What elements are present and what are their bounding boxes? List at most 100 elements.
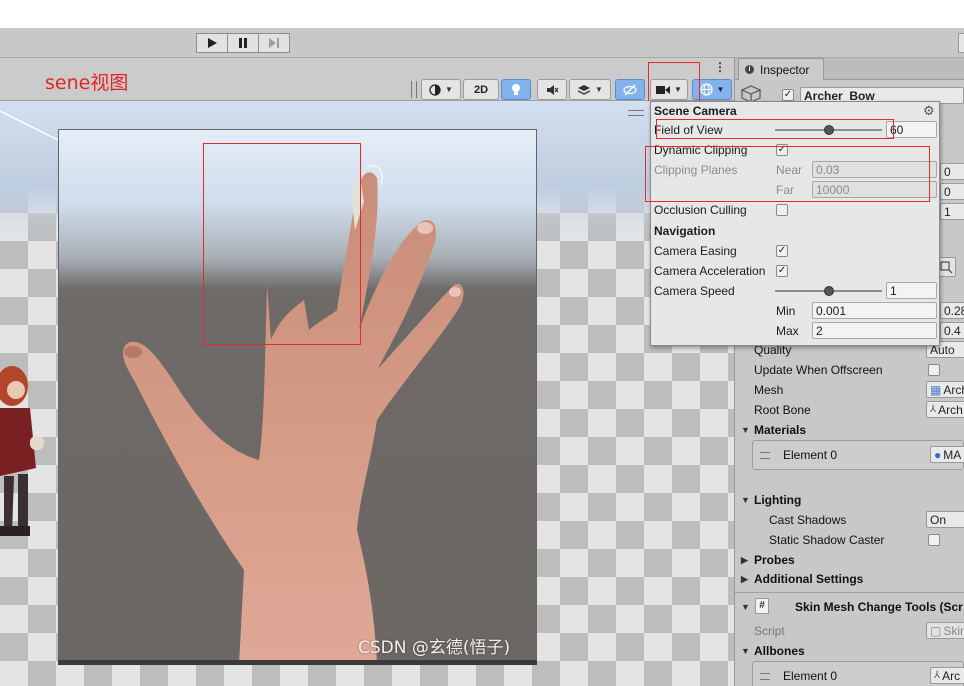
hidden-objects-toggle-button[interactable] — [615, 79, 645, 100]
camera-preview-frame — [58, 660, 537, 665]
mesh-field[interactable]: ▦Arch — [926, 381, 964, 398]
probes-foldout[interactable]: ▶ Probes — [741, 551, 795, 569]
shading-sphere-icon — [429, 83, 441, 96]
value-field[interactable]: 0.28 — [940, 302, 964, 319]
eye-slash-icon — [623, 84, 637, 95]
min-label: Min — [776, 304, 796, 318]
layout-dropdown-stub[interactable] — [958, 33, 964, 53]
script-hash-icon: # — [755, 598, 769, 614]
triangle-down-icon: ▼ — [741, 646, 750, 656]
materials-label: Materials — [754, 423, 807, 437]
info-icon: i — [745, 65, 754, 74]
update-offscreen-label: Update When Offscreen — [754, 363, 883, 377]
pause-button[interactable] — [227, 33, 259, 53]
transform-icon: ⅄ — [930, 404, 937, 415]
kebab-menu-icon[interactable]: ⋮ — [714, 60, 726, 74]
navigation-label: Navigation — [654, 224, 716, 238]
triangle-down-icon: ▼ — [741, 602, 750, 612]
triangle-down-icon: ▼ — [741, 495, 750, 505]
static-shadow-caster-checkbox[interactable] — [928, 534, 940, 546]
step-button[interactable] — [258, 33, 290, 53]
pause-icon — [239, 38, 247, 48]
value-field[interactable]: 0.4 — [940, 322, 964, 339]
speaker-muted-icon — [546, 84, 558, 95]
material-field[interactable]: ● MA — [930, 446, 964, 463]
material-sphere-icon: ● — [934, 447, 942, 462]
mesh-value: Arch — [943, 382, 964, 397]
camera-speed-input[interactable]: 1 — [886, 282, 937, 299]
watermark: CSDN @玄德(悟子) — [358, 638, 511, 658]
materials-element-label: Element 0 — [783, 448, 838, 462]
inspector-tab-label: Inspector — [760, 62, 810, 77]
triangle-right-icon: ▶ — [741, 573, 748, 584]
script-file-icon: ▢ — [930, 623, 942, 638]
main-toolbar — [0, 28, 964, 58]
window-top-strip — [0, 0, 964, 28]
lighting-foldout[interactable]: ▼ Lighting — [741, 491, 801, 509]
script-field: ▢Skin — [926, 622, 964, 639]
shading-mode-button[interactable]: ▼ — [421, 79, 461, 100]
audio-toggle-button[interactable] — [537, 79, 567, 100]
annotation-box-fov — [656, 119, 894, 139]
triangle-right-icon: ▶ — [741, 554, 748, 565]
toggle-2d-button[interactable]: 2D — [463, 79, 499, 100]
max-label: Max — [776, 324, 799, 338]
allbones-foldout[interactable]: ▼ Allbones — [741, 642, 805, 660]
layers-icon — [577, 84, 591, 95]
cast-shadows-label: Cast Shadows — [769, 513, 847, 527]
archer-character-model — [0, 366, 44, 536]
inspector-tab[interactable]: i Inspector — [738, 58, 824, 80]
camera-easing-label: Camera Easing — [654, 244, 737, 258]
scene-view-annotation: sene视图 — [45, 72, 129, 94]
chevron-down-icon: ▼ — [595, 85, 603, 94]
overlay-menu-icon[interactable] — [628, 110, 644, 116]
lighting-label: Lighting — [754, 493, 802, 507]
camera-acceleration-checkbox[interactable]: ✓ — [776, 265, 788, 277]
toolbar-grip-icon[interactable] — [411, 81, 417, 98]
play-icon — [208, 38, 217, 48]
playmode-controls — [196, 33, 290, 53]
min-input[interactable]: 0.001 — [812, 302, 937, 319]
material-value: MA — [943, 447, 962, 462]
transform-icon: ⅄ — [934, 670, 941, 681]
lightbulb-icon — [512, 84, 520, 95]
triangle-down-icon: ▼ — [741, 425, 750, 435]
drag-handle-icon[interactable] — [760, 452, 770, 459]
camera-acceleration-label: Camera Acceleration — [654, 264, 766, 278]
annotation-box-hand — [203, 143, 361, 345]
annotation-box-clipping — [645, 146, 930, 202]
speed-slider-knob[interactable] — [823, 286, 834, 296]
root-bone-label: Root Bone — [754, 403, 811, 417]
drag-handle-icon[interactable] — [760, 673, 770, 680]
root-bone-field[interactable]: ⅄ Arch — [926, 401, 964, 418]
lighting-toggle-button[interactable] — [501, 79, 531, 100]
value-field[interactable]: 0 — [940, 163, 964, 180]
value-field[interactable]: 0 — [940, 183, 964, 200]
allbones-element-label: Element 0 — [783, 669, 838, 683]
update-offscreen-checkbox[interactable] — [928, 364, 940, 376]
value-field[interactable]: 1 — [940, 203, 964, 220]
effects-toggle-button[interactable]: ▼ — [569, 79, 611, 100]
script-component-title: Skin Mesh Change Tools (Scr — [795, 600, 963, 614]
object-active-checkbox[interactable]: ✓ — [782, 89, 794, 101]
cast-shadows-dropdown[interactable]: On — [926, 511, 964, 528]
mesh-label: Mesh — [754, 383, 784, 397]
gear-icon[interactable]: ⚙ — [923, 103, 935, 119]
materials-foldout[interactable]: ▼ Materials — [741, 421, 806, 439]
allbones-label: Allbones — [754, 644, 805, 658]
script-component-header[interactable]: ▼ — [741, 598, 754, 616]
annotation-box-camera — [648, 62, 700, 103]
grid-icon: ▦ — [930, 382, 942, 397]
chevron-down-icon: ▼ — [445, 85, 453, 94]
occlusion-culling-checkbox[interactable] — [776, 204, 788, 216]
additional-settings-foldout[interactable]: ▶ Additional Settings — [741, 570, 863, 588]
script-label: Script — [754, 624, 785, 638]
scene-camera-title: Scene Camera — [654, 104, 737, 118]
step-icon — [269, 38, 279, 48]
play-button[interactable] — [196, 33, 228, 53]
camera-easing-checkbox[interactable]: ✓ — [776, 245, 788, 257]
allbones-element-field[interactable]: ⅄ Arc — [930, 667, 964, 684]
max-input[interactable]: 2 — [812, 322, 937, 339]
static-shadow-caster-label: Static Shadow Caster — [769, 533, 885, 547]
camera-speed-label: Camera Speed — [654, 284, 735, 298]
